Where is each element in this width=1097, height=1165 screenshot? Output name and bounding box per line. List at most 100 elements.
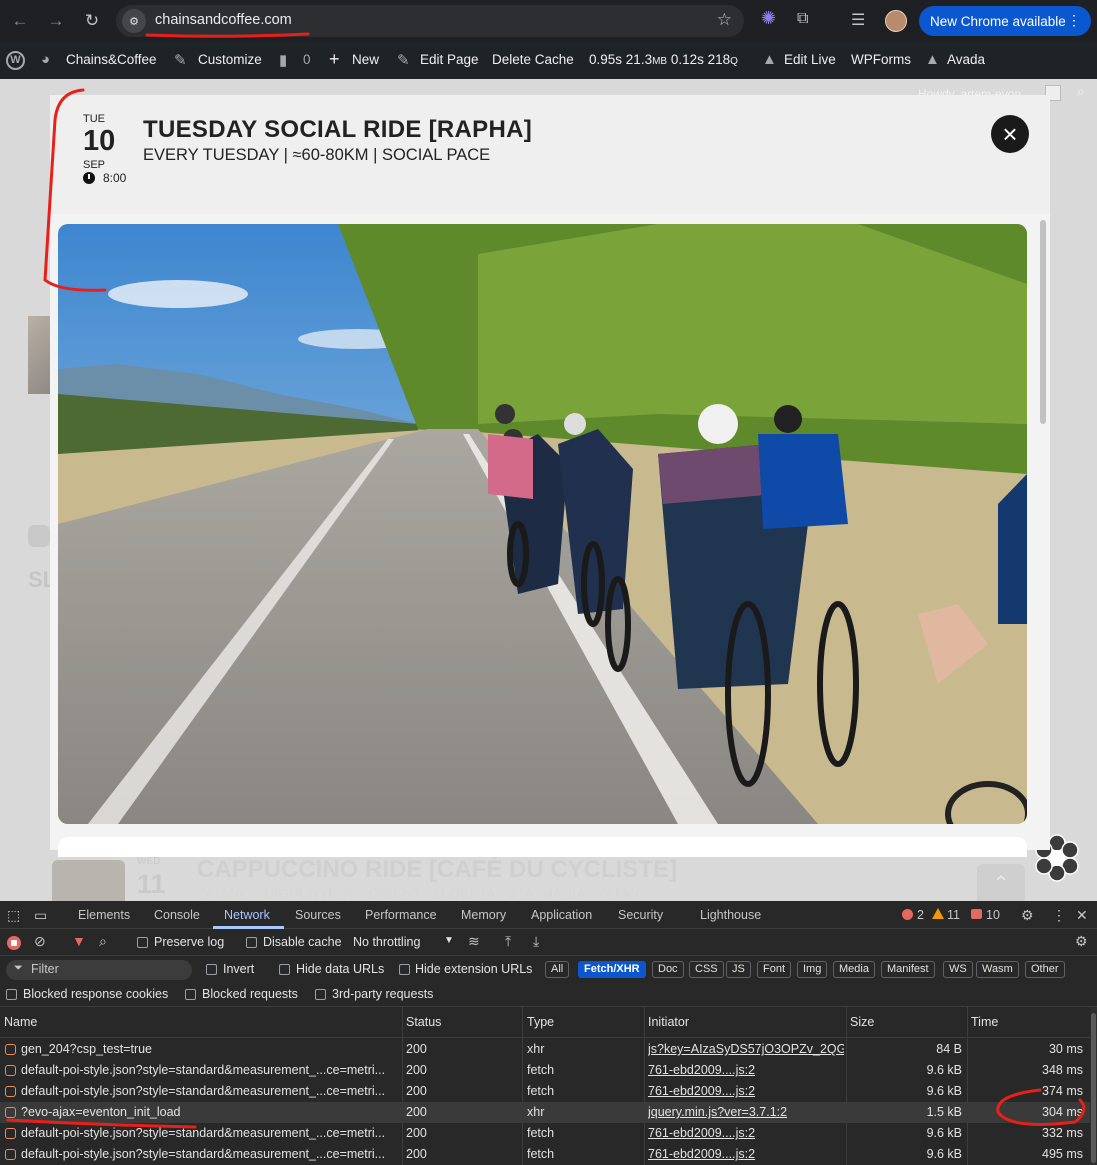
forward-icon[interactable]: → xyxy=(43,8,69,34)
tab-elements[interactable]: Elements xyxy=(78,908,130,922)
col-name[interactable]: Name xyxy=(4,1015,37,1029)
scroll-to-top-button[interactable]: ⌃ xyxy=(977,864,1025,901)
col-status[interactable]: Status xyxy=(406,1015,441,1029)
bookmark-star-icon[interactable]: ☆ xyxy=(717,10,732,30)
hide-extension-urls-checkbox[interactable] xyxy=(399,964,410,975)
network-conditions-icon[interactable]: ≋ xyxy=(468,933,480,950)
tab-security[interactable]: Security xyxy=(618,908,663,922)
chrome-update-button[interactable]: New Chrome available ⋮ xyxy=(919,6,1091,36)
warning-count[interactable]: 11 xyxy=(947,908,960,922)
search-icon[interactable]: ⌕ xyxy=(1077,83,1085,100)
table-row[interactable]: default-poi-style.json?style=standard&me… xyxy=(0,1060,1090,1081)
throttling-select[interactable]: No throttling xyxy=(353,935,420,949)
tab-network[interactable]: Network xyxy=(224,908,270,922)
type-filter-doc[interactable]: Doc xyxy=(652,961,684,978)
clear-icon[interactable]: ⊘ xyxy=(34,933,46,950)
url-text[interactable]: chainsandcoffee.com xyxy=(155,12,292,28)
next-event-title[interactable]: CAPPUCCINO RIDE [CAFÉ DU CYCLISTE] xyxy=(197,856,677,884)
issues-icon[interactable] xyxy=(971,909,982,919)
wp-avada[interactable]: Avada xyxy=(947,52,985,67)
reload-icon[interactable]: ↻ xyxy=(79,8,105,34)
col-time[interactable]: Time xyxy=(971,1015,998,1029)
comments-count[interactable]: 0 xyxy=(303,52,311,67)
type-filter-all[interactable]: All xyxy=(545,961,570,978)
type-filter-fetch-xhr[interactable]: Fetch/XHR xyxy=(578,961,646,978)
next-event-subtitle: PALMA · PUIGPUNYENT · ORIENT · LLOSETA ·… xyxy=(197,885,644,901)
chevron-down-icon[interactable]: ▼ xyxy=(444,935,454,946)
cell-initiator[interactable]: 761-ebd2009....js:2 xyxy=(648,1126,844,1140)
site-info-icon[interactable]: ⚙ xyxy=(122,9,146,33)
error-count[interactable]: 2 xyxy=(917,908,924,922)
disable-cache-checkbox[interactable] xyxy=(246,937,257,948)
issues-count[interactable]: 10 xyxy=(986,908,1000,922)
invert-checkbox[interactable] xyxy=(206,964,217,975)
third-party-checkbox[interactable] xyxy=(315,989,326,1000)
wp-edit-live[interactable]: Edit Live xyxy=(784,52,836,67)
wordpress-logo-icon[interactable]: W xyxy=(6,51,25,70)
table-row[interactable]: default-poi-style.json?style=standard&me… xyxy=(0,1123,1090,1144)
tab-memory[interactable]: Memory xyxy=(461,908,506,922)
filter-input[interactable]: ⏷ Filter xyxy=(6,960,192,980)
type-filter-font[interactable]: Font xyxy=(757,961,792,978)
table-row[interactable]: gen_204?csp_test=true 200 xhr js?key=AIzaSy… xyxy=(0,1039,1090,1060)
table-row[interactable]: default-poi-style.json?style=standard&me… xyxy=(0,1144,1090,1165)
cell-initiator[interactable]: jquery.min.js?ver=3.7.1:2 xyxy=(648,1105,844,1119)
device-toolbar-icon[interactable]: ▭ xyxy=(34,907,47,924)
profile-avatar[interactable] xyxy=(885,10,907,32)
blocked-cookies-checkbox[interactable] xyxy=(6,989,17,1000)
wp-customize[interactable]: Customize xyxy=(198,52,262,67)
modal-scrollbar-thumb[interactable] xyxy=(1040,220,1046,424)
type-filter-js[interactable]: JS xyxy=(726,961,751,978)
close-icon[interactable]: × xyxy=(991,115,1029,153)
type-filter-media[interactable]: Media xyxy=(833,961,875,978)
search-icon[interactable]: ⌕ xyxy=(99,933,107,950)
type-filter-ws[interactable]: WS xyxy=(943,961,973,978)
col-type[interactable]: Type xyxy=(527,1015,554,1029)
tab-console[interactable]: Console xyxy=(154,908,200,922)
tab-performance[interactable]: Performance xyxy=(365,908,437,922)
tab-application[interactable]: Application xyxy=(531,908,592,922)
tab-sources[interactable]: Sources xyxy=(295,908,341,922)
address-bar[interactable]: ⚙ chainsandcoffee.com ☆ xyxy=(116,5,744,37)
export-har-icon[interactable]: ⤓ xyxy=(533,933,539,950)
extension-icon[interactable]: ✺ xyxy=(761,8,776,29)
cell-initiator[interactable]: 761-ebd2009....js:2 xyxy=(648,1063,844,1077)
hide-data-urls-checkbox[interactable] xyxy=(279,964,290,975)
type-filter-wasm[interactable]: Wasm xyxy=(976,961,1019,978)
type-filter-other[interactable]: Other xyxy=(1025,961,1065,978)
filter-funnel-icon[interactable]: ▼ xyxy=(72,933,86,949)
cell-initiator[interactable]: 761-ebd2009....js:2 xyxy=(648,1084,844,1098)
more-menu-icon[interactable]: ⋮ xyxy=(1067,12,1081,29)
extensions-puzzle-icon[interactable]: ⧉ xyxy=(797,10,808,28)
back-icon[interactable]: ← xyxy=(7,8,33,34)
type-filter-img[interactable]: Img xyxy=(797,961,828,978)
type-filter-css[interactable]: CSS xyxy=(689,961,724,978)
tab-lighthouse[interactable]: Lighthouse xyxy=(700,908,761,922)
blocked-requests-checkbox[interactable] xyxy=(185,989,196,1000)
error-icon[interactable] xyxy=(902,909,913,920)
col-initiator[interactable]: Initiator xyxy=(648,1015,689,1029)
record-stop-icon[interactable] xyxy=(7,936,21,950)
preserve-log-checkbox[interactable] xyxy=(137,937,148,948)
cell-initiator[interactable]: js?key=AIzaSyDS57jO3OPZv_2QGr xyxy=(648,1042,844,1056)
warning-icon[interactable] xyxy=(932,908,944,919)
requests-scrollbar-thumb[interactable] xyxy=(1091,1013,1096,1163)
cell-name: default-poi-style.json?style=standard&me… xyxy=(21,1063,386,1077)
cell-initiator[interactable]: 761-ebd2009....js:2 xyxy=(648,1147,844,1161)
wp-wpforms[interactable]: WPForms xyxy=(851,52,911,67)
type-filter-manifest[interactable]: Manifest xyxy=(881,961,935,978)
close-devtools-icon[interactable]: ✕ xyxy=(1076,907,1088,924)
col-size[interactable]: Size xyxy=(850,1015,874,1029)
wp-site-name[interactable]: Chains&Coffee xyxy=(66,52,157,67)
wp-new[interactable]: New xyxy=(352,52,379,67)
network-settings-gear-icon[interactable]: ⚙ xyxy=(1075,933,1088,950)
wp-edit-page[interactable]: Edit Page xyxy=(420,52,479,67)
wp-delete-cache[interactable]: Delete Cache xyxy=(492,52,574,67)
inspect-element-icon[interactable]: ⬚ xyxy=(7,907,20,924)
import-har-icon[interactable]: ⤒ xyxy=(505,933,511,950)
media-control-icon[interactable]: ☰ xyxy=(851,10,865,30)
table-row[interactable]: ?evo-ajax=eventon_init_load 200 xhr jquery.… xyxy=(0,1102,1090,1123)
settings-gear-icon[interactable]: ⚙ xyxy=(1021,907,1034,924)
table-row[interactable]: default-poi-style.json?style=standard&me… xyxy=(0,1081,1090,1102)
more-options-icon[interactable]: ⋮ xyxy=(1052,907,1066,924)
